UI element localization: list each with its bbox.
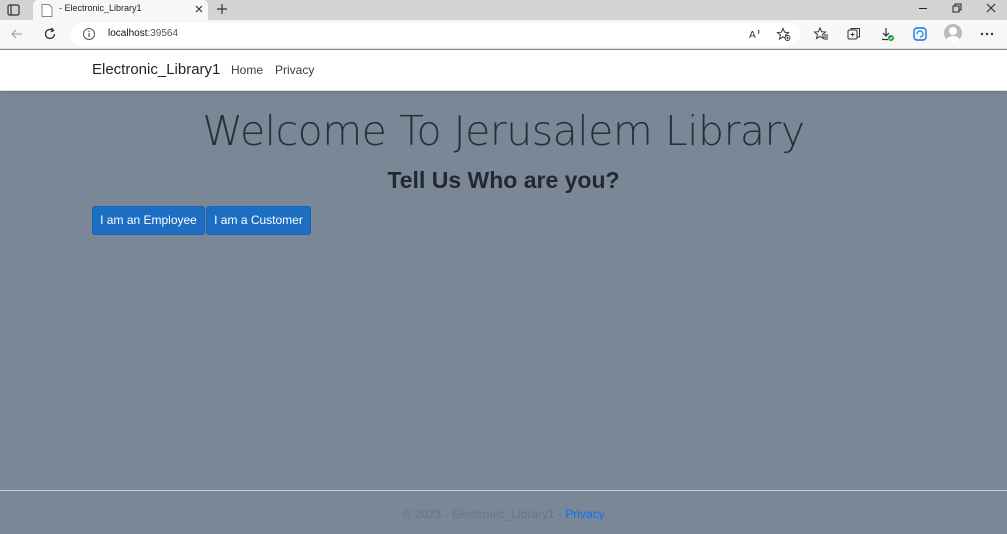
footer-copyright: © 2023 - Electronic_Library1 - [402,507,562,521]
address-bar[interactable]: localhost:39564 A [70,23,800,46]
employee-button[interactable]: I am an Employee [92,206,205,235]
url-text: localhost:39564 [108,28,178,39]
page-subtitle: Tell Us Who are you? [387,167,620,193]
page-title: Welcome To Jerusalem Library [202,107,805,155]
close-window-icon[interactable] [984,1,998,15]
customer-button[interactable]: I am a Customer [206,206,311,235]
restore-icon[interactable] [950,1,964,15]
plus-icon[interactable] [215,2,229,16]
back-icon[interactable] [9,26,25,42]
footer-privacy-link[interactable]: Privacy [565,507,604,521]
browser-tab-bar: - Electronic_Library1 [0,0,1007,20]
svg-text:A: A [749,30,756,41]
favorites-icon[interactable] [813,26,829,42]
downloads-icon[interactable] [879,26,895,42]
close-icon[interactable] [193,3,205,15]
url-host: localhost [108,28,148,39]
tab-actions-icon[interactable] [6,2,22,18]
info-icon[interactable] [82,27,96,41]
footer-text: © 2023 - Electronic_Library1 - Privacy [0,507,1007,521]
tab-title: - Electronic_Library1 [59,3,142,13]
browser-tab[interactable]: - Electronic_Library1 [33,0,208,20]
site-navbar: Electronic_Library1 Home Privacy [0,50,1007,91]
url-port: :39564 [147,28,179,39]
nav-link-privacy[interactable]: Privacy [275,63,314,77]
site-footer: © 2023 - Electronic_Library1 - Privacy [0,490,1007,534]
navbar-brand[interactable]: Electronic_Library1 [92,61,220,78]
add-favorite-icon[interactable] [776,27,791,42]
nav-link-home[interactable]: Home [231,63,263,77]
browser-toolbar: localhost:39564 A [0,20,1007,49]
main-content: Welcome To Jerusalem Library Tell Us Who… [0,91,1007,490]
profile-avatar[interactable] [944,24,962,42]
page-icon [41,4,53,17]
minimize-icon[interactable] [916,1,930,15]
refresh-icon[interactable] [42,26,58,42]
collections-icon[interactable] [846,26,862,42]
more-icon[interactable] [979,26,995,42]
read-aloud-icon[interactable]: A [748,27,763,42]
browser-essentials-icon[interactable] [912,26,928,42]
